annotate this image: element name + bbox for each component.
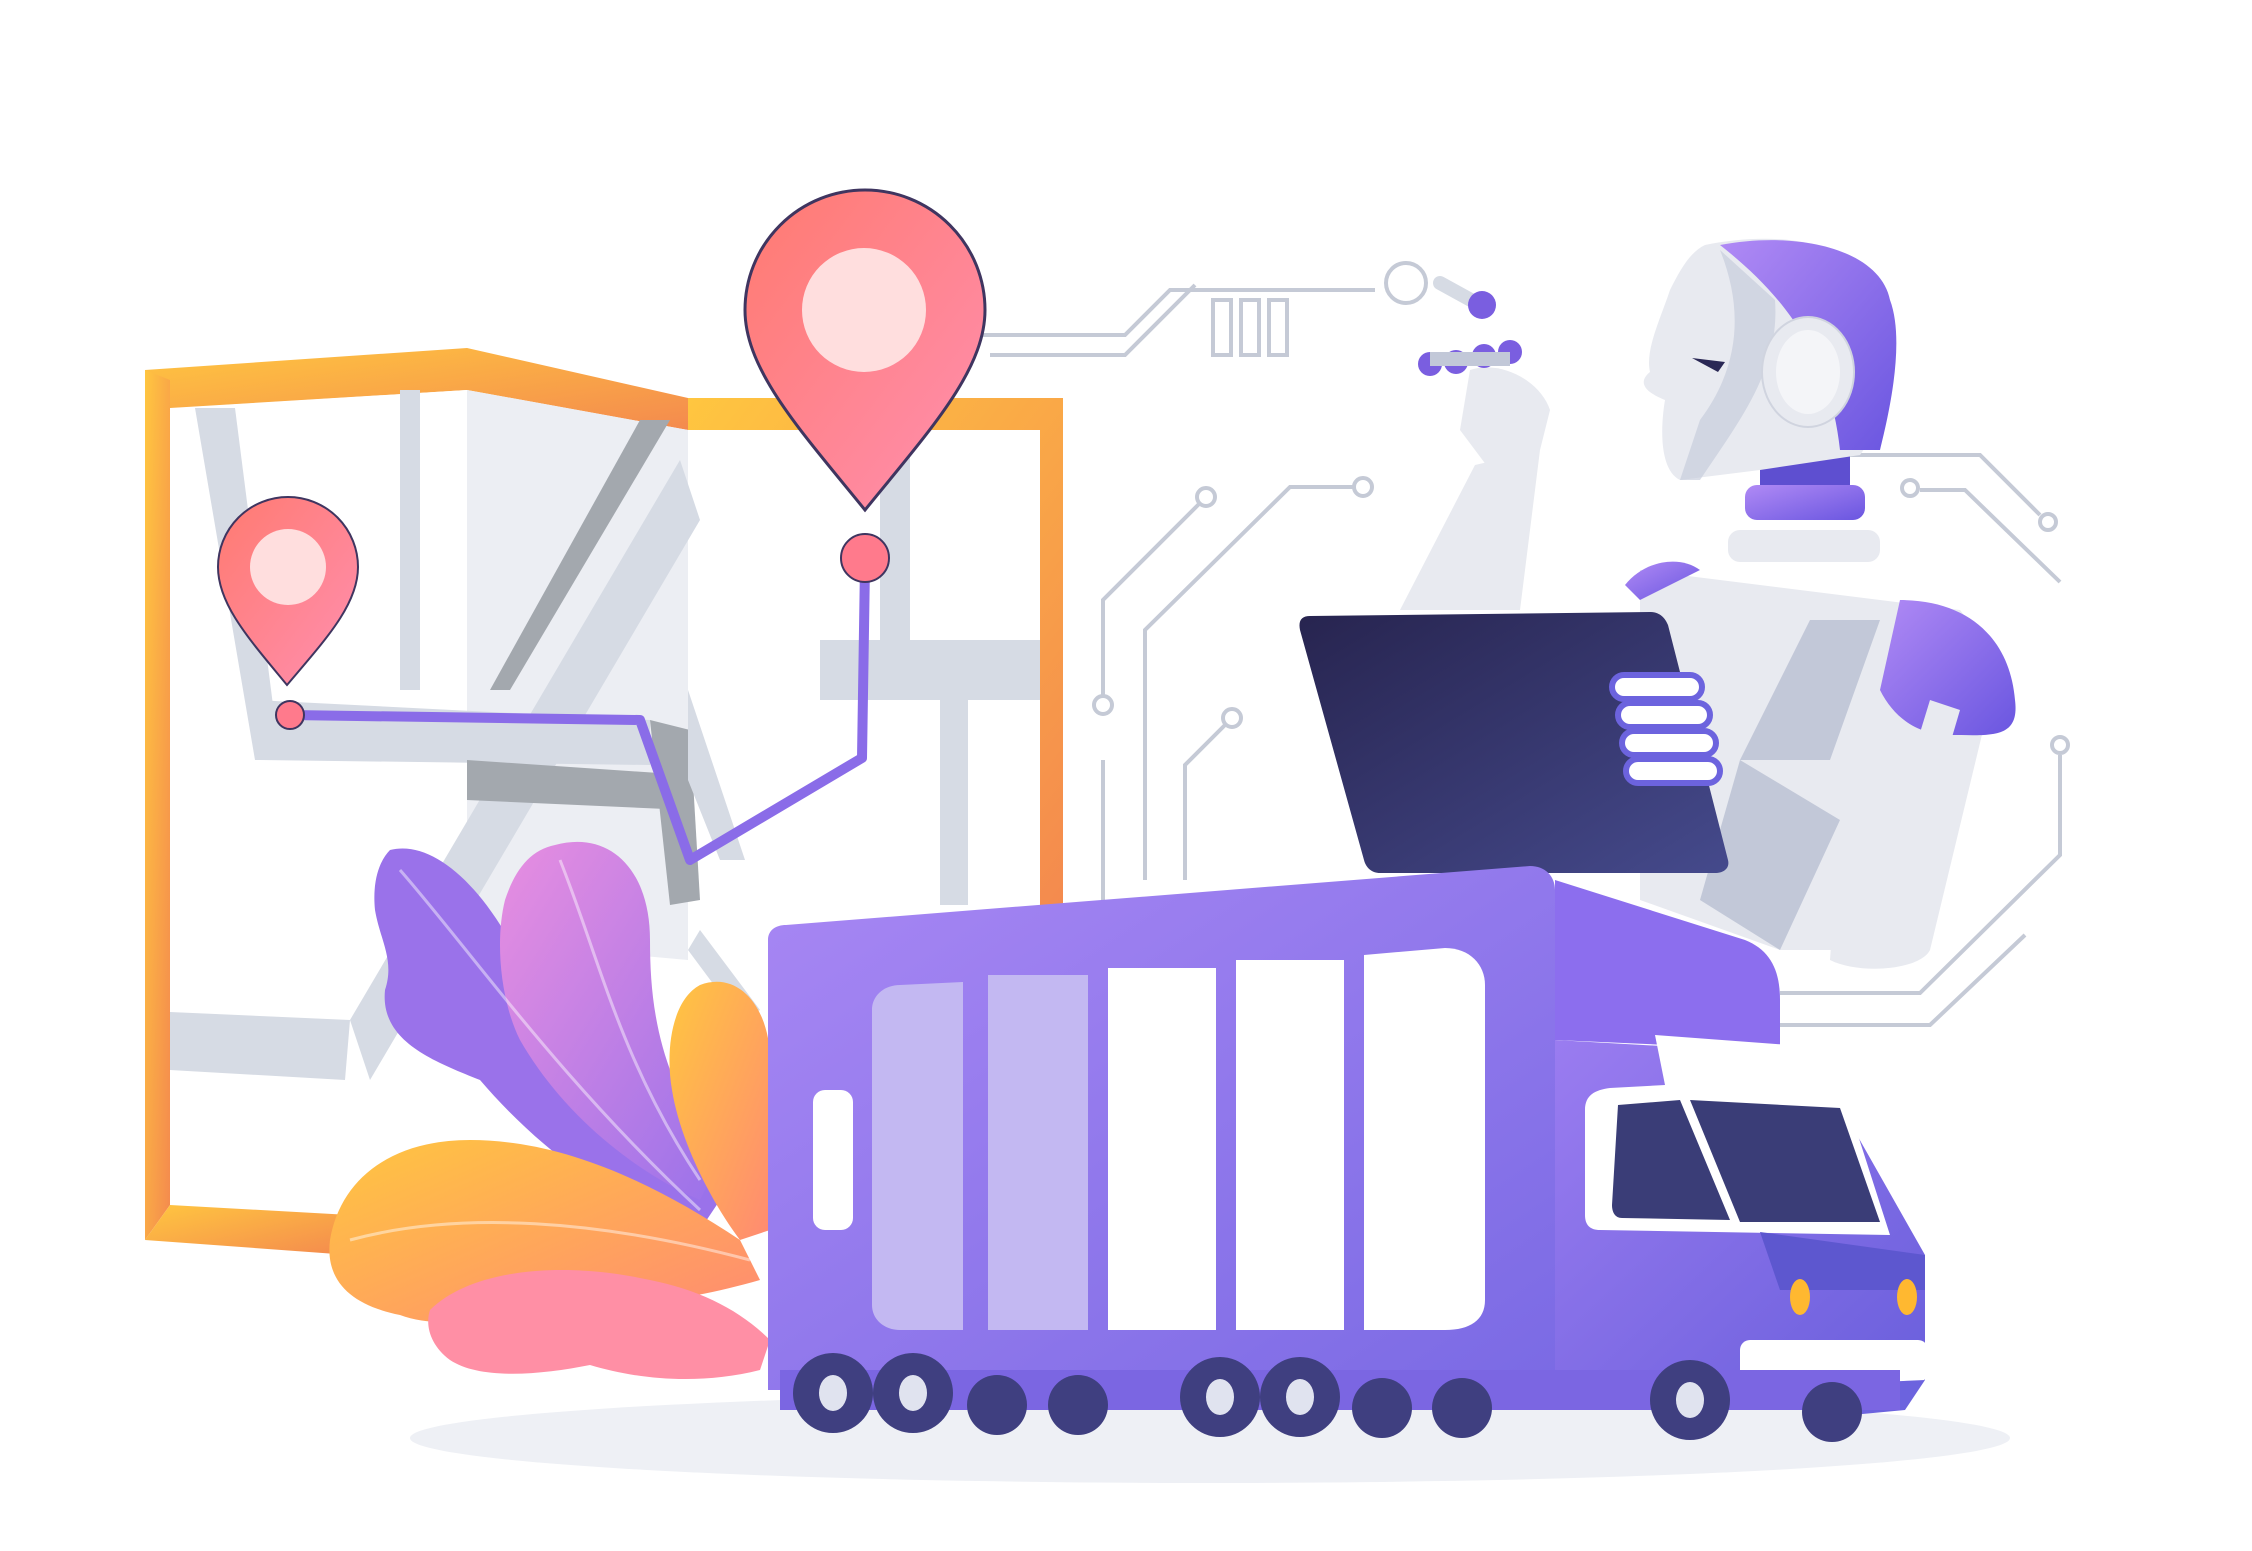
tablet-icon xyxy=(1299,612,1729,873)
autonomous-delivery-illustration xyxy=(145,188,2070,1483)
route-start-dot xyxy=(275,700,305,730)
route-end-dot xyxy=(840,533,890,583)
delivery-truck-icon xyxy=(768,866,1928,1418)
